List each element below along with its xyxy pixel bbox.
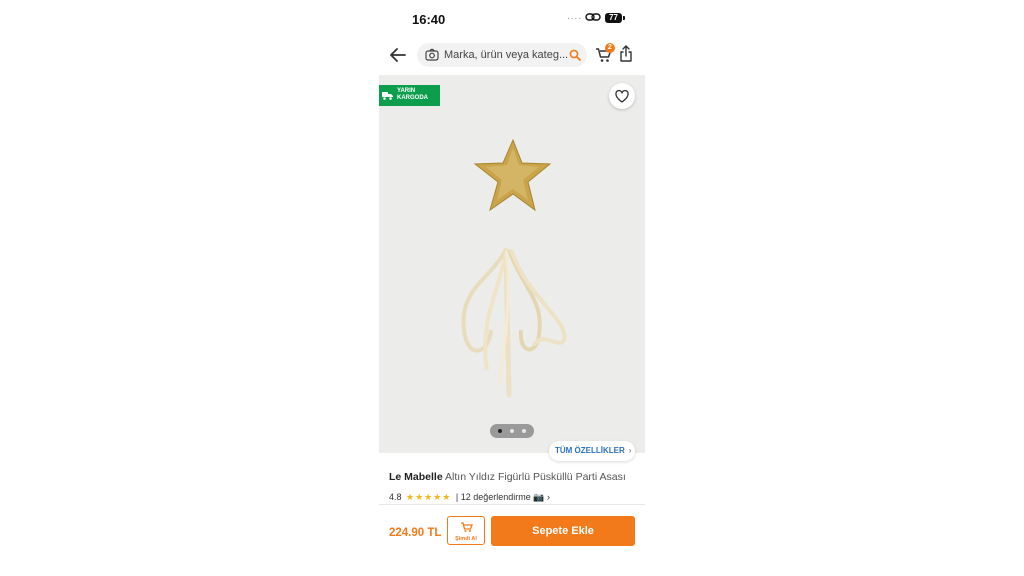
add-to-cart-button[interactable]: Sepete Ekle xyxy=(491,516,635,546)
star-rating-icon: ★★★★★ xyxy=(406,492,452,502)
product-photo xyxy=(461,138,567,398)
badge-line1: YARIN xyxy=(397,88,416,94)
arrow-left-icon[interactable] xyxy=(388,45,408,65)
truck-icon xyxy=(382,92,393,100)
cart-count-badge: 2 xyxy=(605,43,615,53)
favorite-button[interactable] xyxy=(609,83,635,109)
review-count[interactable]: | 12 değerlendirme xyxy=(456,492,531,502)
buy-now-label: Şimdi Al xyxy=(455,536,477,542)
phone-screen: 16:40 .... 77 Marka, ürün veya kateg... xyxy=(379,0,645,576)
chevron-right-icon: › xyxy=(547,492,551,502)
share-icon[interactable] xyxy=(619,45,633,63)
battery-icon: 77 xyxy=(605,13,625,23)
product-name: Altın Yıldız Figürlü Püsküllü Parti Asas… xyxy=(445,471,626,483)
product-image-gallery[interactable]: YARIN KARGODA TÜM ÖZELLİKLER › xyxy=(379,75,645,461)
heart-icon xyxy=(615,90,629,103)
all-specs-button[interactable]: TÜM ÖZELLİKLER › xyxy=(549,441,635,461)
hotspot-icon xyxy=(585,13,601,21)
search-icon[interactable] xyxy=(569,49,581,61)
cart-button[interactable]: 2 xyxy=(595,43,615,64)
buy-now-button[interactable]: Şimdi Al xyxy=(447,516,485,545)
pager-dot-active[interactable] xyxy=(498,429,502,433)
search-input[interactable]: Marka, ürün veya kateg... xyxy=(444,49,568,61)
pager-dot[interactable] xyxy=(522,429,526,433)
image-pager[interactable] xyxy=(490,424,534,438)
chevron-right-icon: › xyxy=(628,446,632,455)
top-header: Marka, ürün veya kateg... 2 xyxy=(379,38,645,74)
status-bar: 16:40 .... 77 xyxy=(379,0,645,38)
cart-plus-icon xyxy=(461,522,473,532)
next-day-shipping-badge: YARIN KARGODA xyxy=(379,85,440,106)
camera-icon: 📷 xyxy=(533,492,545,502)
status-time: 16:40 xyxy=(412,12,446,27)
camera-icon[interactable] xyxy=(425,48,439,62)
brand-name[interactable]: Le Mabelle xyxy=(389,471,443,483)
pager-dot[interactable] xyxy=(510,429,514,433)
search-bar[interactable]: Marka, ürün veya kateg... xyxy=(417,43,587,67)
divider xyxy=(379,504,645,505)
badge-line2: KARGODA xyxy=(397,95,428,101)
signal-indicator: .... xyxy=(567,11,583,22)
rating-value: 4.8 xyxy=(389,492,402,502)
product-title[interactable]: Le Mabelle Altın Yıldız Figürlü Püsküllü… xyxy=(389,471,626,483)
price: 224.90 TL xyxy=(389,527,442,539)
rating-row[interactable]: 4.8 ★★★★★ | 12 değerlendirme 📷 › xyxy=(389,492,550,503)
all-specs-label: TÜM ÖZELLİKLER xyxy=(555,446,625,455)
